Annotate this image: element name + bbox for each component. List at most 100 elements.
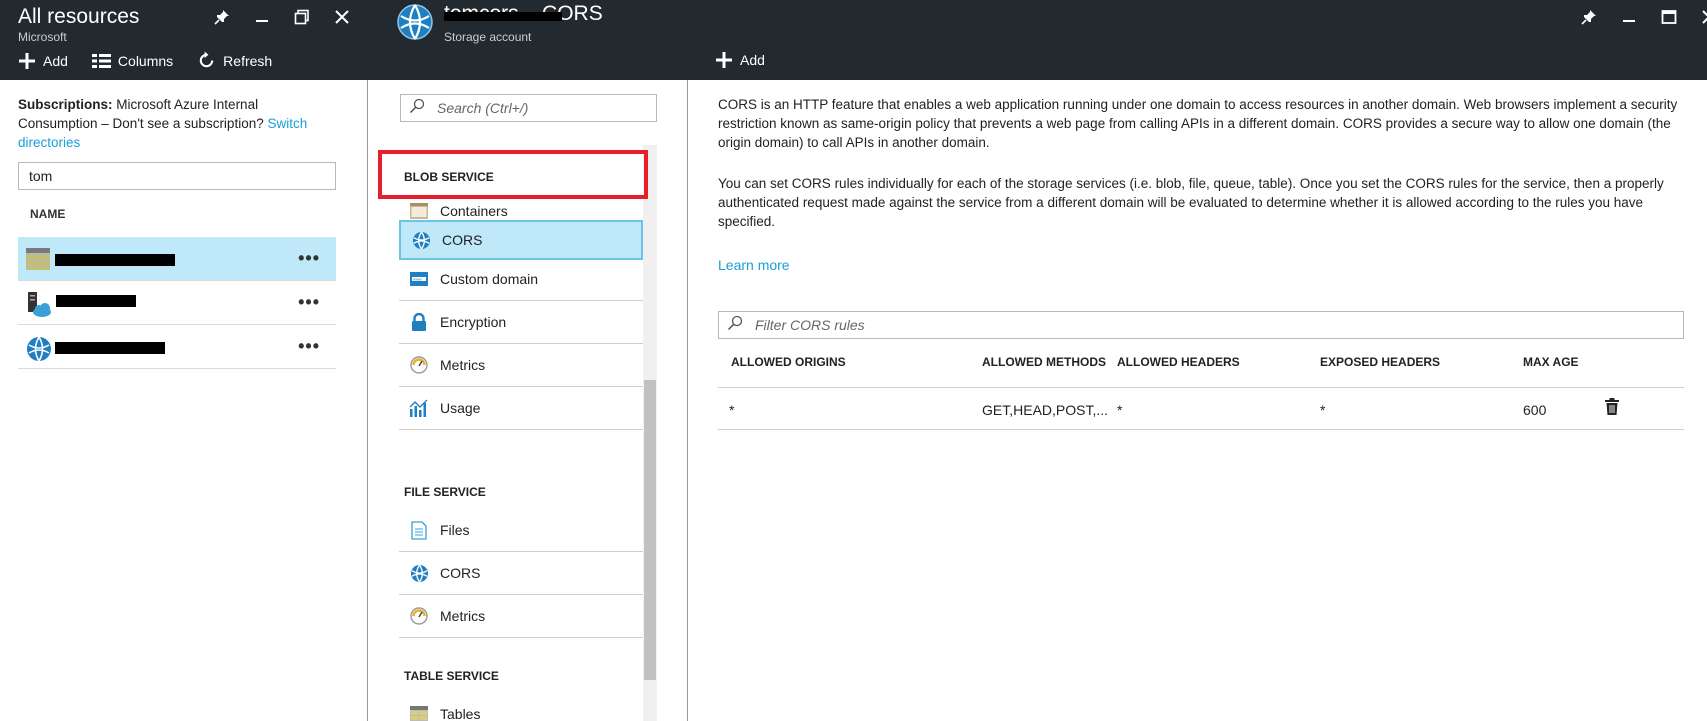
blade-subtitle: Microsoft	[18, 30, 67, 44]
gauge-icon	[409, 606, 429, 626]
window-controls	[202, 4, 362, 30]
menu-item-label: Files	[440, 522, 470, 538]
command-bar: Add	[715, 51, 789, 69]
redacted-name	[56, 295, 136, 307]
cors-blade: tomcors – CORS Storage account Add	[368, 0, 1707, 721]
cors-filter-input[interactable]: Filter CORS rules	[718, 311, 1684, 339]
storage-table-icon	[26, 248, 50, 272]
file-icon	[409, 520, 429, 540]
search-placeholder: Search (Ctrl+/)	[437, 100, 529, 116]
columns-button-label: Columns	[117, 52, 174, 69]
blade-header: tomcors – CORS Storage account Add	[368, 0, 1707, 80]
redacted-title	[444, 12, 562, 21]
menu-item-cors-blob[interactable]: CORS	[399, 220, 643, 260]
columns-icon	[91, 53, 111, 69]
section-header-table: TABLE SERVICE	[404, 669, 499, 683]
blade-subtitle: Storage account	[444, 30, 532, 44]
cell-allowed-headers[interactable]: *	[1117, 402, 1122, 418]
menu-item-tables[interactable]: Tables	[399, 693, 643, 721]
header-divider	[718, 387, 1684, 388]
refresh-icon	[197, 51, 216, 70]
minimize-icon[interactable]	[242, 4, 282, 30]
lock-icon	[409, 312, 429, 332]
gauge-icon	[409, 355, 429, 375]
pin-icon[interactable]	[202, 4, 242, 30]
cell-allowed-methods[interactable]: GET,HEAD,POST,...	[982, 402, 1108, 418]
resource-row[interactable]: •••	[18, 281, 336, 325]
menu-scrollbar-thumb[interactable]	[644, 380, 656, 680]
restore-icon[interactable]	[282, 4, 322, 30]
resource-row[interactable]: •••	[18, 325, 336, 369]
minimize-icon[interactable]	[1609, 4, 1649, 30]
add-cors-rule-button[interactable]: Add	[715, 51, 765, 69]
more-options-button[interactable]: •••	[298, 248, 320, 269]
redacted-name	[55, 342, 165, 354]
cors-content: CORS is an HTTP feature that enables a w…	[688, 80, 1707, 721]
learn-more-link[interactable]: Learn more	[718, 257, 790, 273]
menu-item-label: Containers	[440, 203, 508, 219]
close-icon[interactable]	[322, 4, 362, 30]
menu-item-metrics-file[interactable]: Metrics	[399, 595, 643, 638]
more-options-button[interactable]: •••	[298, 292, 320, 313]
resource-menu: Search (Ctrl+/) BLOB SERVICE Containers …	[368, 80, 688, 721]
server-cloud-icon	[26, 292, 51, 317]
pin-icon[interactable]	[1569, 4, 1609, 30]
section-header-blob: BLOB SERVICE	[404, 170, 494, 184]
search-icon	[727, 315, 743, 336]
maximize-icon[interactable]	[1649, 4, 1689, 30]
menu-item-cors-file[interactable]: CORS	[399, 552, 643, 595]
section-header-file: FILE SERVICE	[404, 485, 486, 499]
menu-search-input[interactable]: Search (Ctrl+/)	[400, 94, 657, 122]
more-options-button[interactable]: •••	[298, 336, 320, 357]
redacted-name	[55, 254, 175, 266]
menu-item-label: Metrics	[440, 608, 486, 624]
cell-allowed-origins[interactable]: *	[729, 402, 734, 418]
cors-rules-description: You can set CORS rules individually for …	[718, 176, 1664, 229]
row-divider	[718, 429, 1684, 430]
menu-item-label: Tables	[440, 706, 481, 721]
column-header-exposed-headers[interactable]: EXPOSED HEADERS	[1320, 355, 1440, 369]
add-button[interactable]: Add	[18, 51, 68, 70]
column-header-allowed-methods[interactable]: ALLOWED METHODS	[982, 355, 1106, 369]
cors-icon	[409, 563, 429, 583]
www-icon: www	[409, 269, 429, 289]
subscriptions-label: Subscriptions:	[18, 97, 113, 112]
plus-icon	[18, 52, 36, 70]
menu-item-label: CORS	[442, 232, 483, 248]
menu-item-custom-domain[interactable]: www Custom domain	[399, 258, 643, 301]
close-icon[interactable]	[1689, 4, 1707, 30]
menu-item-label: Metrics	[440, 357, 486, 373]
menu-item-label: Encryption	[440, 314, 507, 330]
resource-row[interactable]: •••	[18, 237, 336, 281]
blade-header: All resources Microsoft Add Columns Refr…	[0, 0, 368, 80]
column-header-allowed-headers[interactable]: ALLOWED HEADERS	[1117, 355, 1240, 369]
subscriptions-info: Subscriptions: Microsoft Azure Internal …	[18, 95, 338, 152]
plus-icon	[715, 51, 733, 69]
add-button-label: Add	[740, 52, 765, 68]
cors-description: CORS is an HTTP feature that enables a w…	[718, 97, 1678, 150]
menu-item-label: Custom domain	[440, 271, 539, 287]
menu-item-files[interactable]: Files	[399, 509, 643, 552]
menu-item-encryption[interactable]: Encryption	[399, 301, 643, 344]
menu-item-metrics-blob[interactable]: Metrics	[399, 344, 643, 387]
column-header-allowed-origins[interactable]: ALLOWED ORIGINS	[731, 355, 846, 369]
column-header-max-age[interactable]: MAX AGE	[1523, 355, 1579, 369]
add-button-label: Add	[43, 52, 68, 69]
name-column-header[interactable]: NAME	[30, 207, 65, 221]
storage-account-icon	[396, 3, 434, 41]
resource-filter-input[interactable]	[18, 162, 336, 190]
columns-button[interactable]: Columns	[91, 51, 174, 70]
cell-max-age[interactable]: 600	[1523, 402, 1546, 418]
cors-globe-icon	[26, 336, 51, 362]
window-controls	[1569, 4, 1707, 30]
blade-title: All resources	[18, 5, 140, 28]
delete-rule-icon[interactable]	[1605, 398, 1619, 420]
cell-exposed-headers[interactable]: *	[1320, 402, 1325, 418]
menu-item-usage[interactable]: Usage	[399, 387, 643, 430]
menu-item-label: CORS	[440, 565, 481, 581]
usage-chart-icon	[409, 398, 429, 418]
svg-text:www: www	[413, 277, 422, 282]
refresh-button[interactable]: Refresh	[197, 51, 272, 70]
search-icon	[409, 98, 425, 119]
containers-icon	[409, 201, 429, 221]
